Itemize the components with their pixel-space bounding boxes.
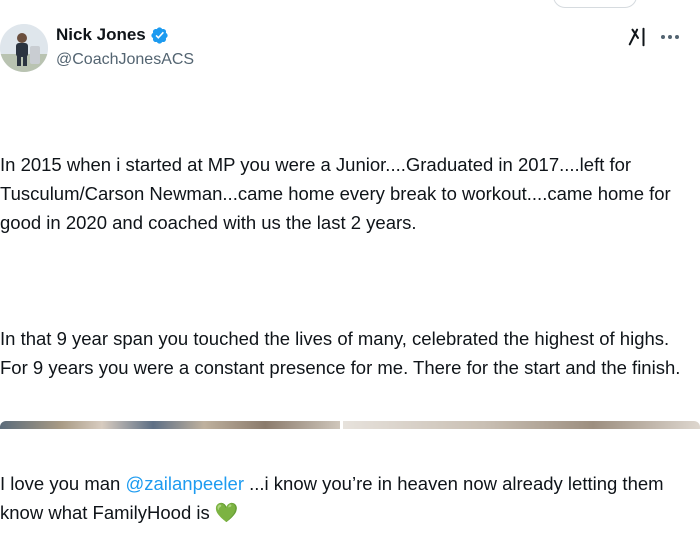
mention-link[interactable]: @zailanpeeler: [125, 473, 244, 494]
media-gallery[interactable]: [0, 421, 700, 429]
green-heart-icon: 💚: [214, 503, 239, 524]
media-image-2[interactable]: [343, 421, 700, 429]
avatar[interactable]: [0, 24, 48, 72]
author-name[interactable]: Nick Jones: [56, 25, 146, 45]
grok-icon[interactable]: [627, 26, 649, 48]
avatar-image: [0, 24, 48, 72]
tweet-text: In 2015 when i started at MP you were a …: [0, 92, 700, 557]
verified-badge-icon: [151, 26, 168, 44]
author-handle[interactable]: @CoachJonesACS: [56, 51, 194, 69]
top-pill-button[interactable]: [553, 0, 637, 8]
tweet-paragraph-3: I love you man @zailanpeeler ...i know y…: [0, 469, 700, 528]
more-icon[interactable]: [658, 26, 682, 48]
media-image-1[interactable]: [0, 421, 340, 429]
author-name-row[interactable]: Nick Jones: [56, 25, 169, 45]
tweet-paragraph-1: In 2015 when i started at MP you were a …: [0, 154, 676, 233]
tweet-paragraph-2: In that 9 year span you touched the live…: [0, 328, 681, 378]
tweet-paragraph-3-text: I love you man: [0, 473, 126, 494]
